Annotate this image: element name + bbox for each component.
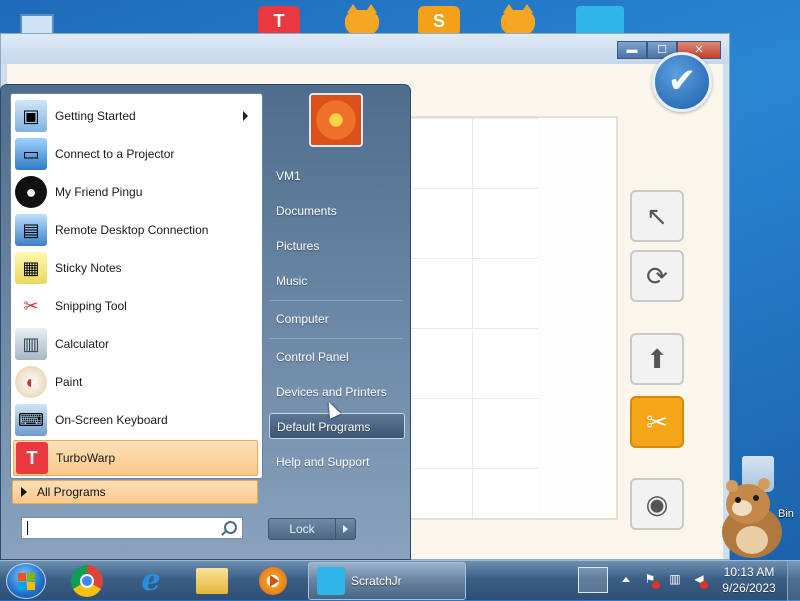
app-desktop-icon[interactable]: S [418, 6, 460, 36]
link-pictures[interactable]: Pictures [269, 233, 405, 259]
scratch-cat-desktop-icon[interactable] [340, 4, 384, 36]
program-snipping-tool[interactable]: ✂ Snipping Tool [13, 288, 258, 324]
pen-input-icon[interactable] [578, 567, 608, 593]
system-clock[interactable]: 10:13 AM 9/26/2023 [712, 564, 786, 596]
rotate-tool-icon[interactable]: ⟳ [630, 250, 684, 302]
program-calculator[interactable]: ▥ Calculator [13, 326, 258, 362]
scratch-cat-desktop-icon-2[interactable] [496, 4, 540, 36]
program-connect-projector[interactable]: ▭ Connect to a Projector [13, 136, 258, 172]
shutdown-options-arrow[interactable] [336, 518, 356, 540]
internet-explorer-icon[interactable]: e [134, 565, 168, 597]
text-caret [27, 521, 28, 535]
getting-started-icon: ▣ [15, 100, 47, 132]
stamp-tool-icon[interactable]: ⬆ [630, 333, 684, 385]
network-icon[interactable]: ▥ [668, 572, 682, 588]
link-computer[interactable]: Computer [269, 306, 405, 332]
media-player-icon[interactable] [259, 567, 287, 595]
scratchjr-desktop-icon[interactable] [576, 6, 624, 36]
minimize-button[interactable]: ▬ [617, 41, 647, 59]
program-label: Connect to a Projector [55, 147, 175, 161]
camera-tool-icon[interactable]: ◉ [630, 478, 684, 530]
user-picture[interactable] [309, 93, 363, 147]
start-search-input[interactable] [21, 517, 243, 539]
chrome-icon[interactable] [71, 565, 103, 597]
program-label: TurboWarp [56, 451, 116, 465]
program-label: On-Screen Keyboard [55, 413, 168, 427]
link-user-folder[interactable]: VM1 [269, 163, 405, 189]
lock-button-group: Lock [268, 518, 358, 540]
show-hidden-icons-icon[interactable] [622, 577, 630, 582]
program-paint[interactable]: ◐ Paint [13, 364, 258, 400]
program-label: Calculator [55, 337, 110, 351]
link-help-support[interactable]: Help and Support [269, 449, 405, 475]
program-getting-started[interactable]: ▣ Getting Started [13, 98, 258, 134]
all-programs-label: All Programs [37, 485, 106, 499]
turbowarp-desktop-icon[interactable]: T [258, 6, 300, 36]
link-documents[interactable]: Documents [269, 198, 405, 224]
clock-time: 10:13 AM [723, 565, 775, 579]
volume-muted-icon [700, 581, 708, 589]
all-programs-button[interactable]: All Programs [12, 480, 258, 504]
checkmark-button[interactable]: ✔ [652, 52, 712, 112]
keyboard-icon: ⌨ [15, 404, 47, 436]
start-menu: ▣ Getting Started ▭ Connect to a Project… [0, 84, 411, 560]
program-label: My Friend Pingu [55, 185, 143, 199]
calculator-icon: ▥ [15, 328, 47, 360]
program-my-friend-pingu[interactable]: ● My Friend Pingu [13, 174, 258, 210]
program-on-screen-keyboard[interactable]: ⌨ On-Screen Keyboard [13, 402, 258, 438]
program-label: Remote Desktop Connection [55, 223, 209, 237]
program-sticky-notes[interactable]: ▦ Sticky Notes [13, 250, 258, 286]
turbowarp-icon: T [16, 442, 48, 474]
paint-icon: ◐ [15, 366, 47, 398]
arrow-right-icon [21, 487, 27, 497]
lock-button[interactable]: Lock [268, 518, 336, 540]
program-label: Snipping Tool [55, 299, 127, 313]
program-remote-desktop[interactable]: ▤ Remote Desktop Connection [13, 212, 258, 248]
stage-strip [538, 118, 616, 518]
projector-icon: ▭ [15, 138, 47, 170]
snipping-tool-icon: ✂ [23, 295, 39, 316]
taskbar-item-scratchjr[interactable]: ScratchJr [308, 562, 466, 600]
menu-divider [269, 338, 403, 339]
submenu-arrow-icon [243, 111, 248, 121]
taskbar-item-label: ScratchJr [351, 574, 402, 588]
sticky-notes-icon: ▦ [15, 252, 47, 284]
arrow-tool-icon[interactable]: ↖ [630, 190, 684, 242]
program-label: Getting Started [55, 109, 136, 123]
computer-desktop-icon[interactable] [16, 6, 60, 40]
link-music[interactable]: Music [269, 268, 405, 294]
search-icon[interactable] [224, 521, 237, 534]
pingu-icon: ● [15, 176, 47, 208]
start-button[interactable] [6, 563, 46, 599]
program-turbowarp[interactable]: T TurboWarp [13, 440, 258, 476]
hamster-image [722, 478, 782, 558]
programs-pane: ▣ Getting Started ▭ Connect to a Project… [10, 93, 263, 479]
link-devices-printers[interactable]: Devices and Printers [269, 379, 405, 405]
menu-divider [269, 300, 403, 301]
taskbar: e ScratchJr ⚑ ▥ ◀ 10:13 AM 9/26/2023 [0, 560, 800, 601]
scissors-tool-icon[interactable]: ✂ [630, 396, 684, 448]
action-center-alert-icon [652, 581, 660, 589]
program-label: Sticky Notes [55, 261, 122, 275]
file-explorer-icon[interactable] [196, 568, 228, 594]
link-control-panel[interactable]: Control Panel [269, 344, 405, 370]
remote-desktop-icon: ▤ [15, 214, 47, 246]
show-desktop-button[interactable] [787, 561, 800, 601]
clock-date: 9/26/2023 [722, 581, 776, 595]
link-default-programs[interactable]: Default Programs [269, 413, 405, 439]
scratchjr-icon [317, 567, 345, 595]
program-label: Paint [55, 375, 83, 389]
stage-grid[interactable] [404, 116, 618, 520]
